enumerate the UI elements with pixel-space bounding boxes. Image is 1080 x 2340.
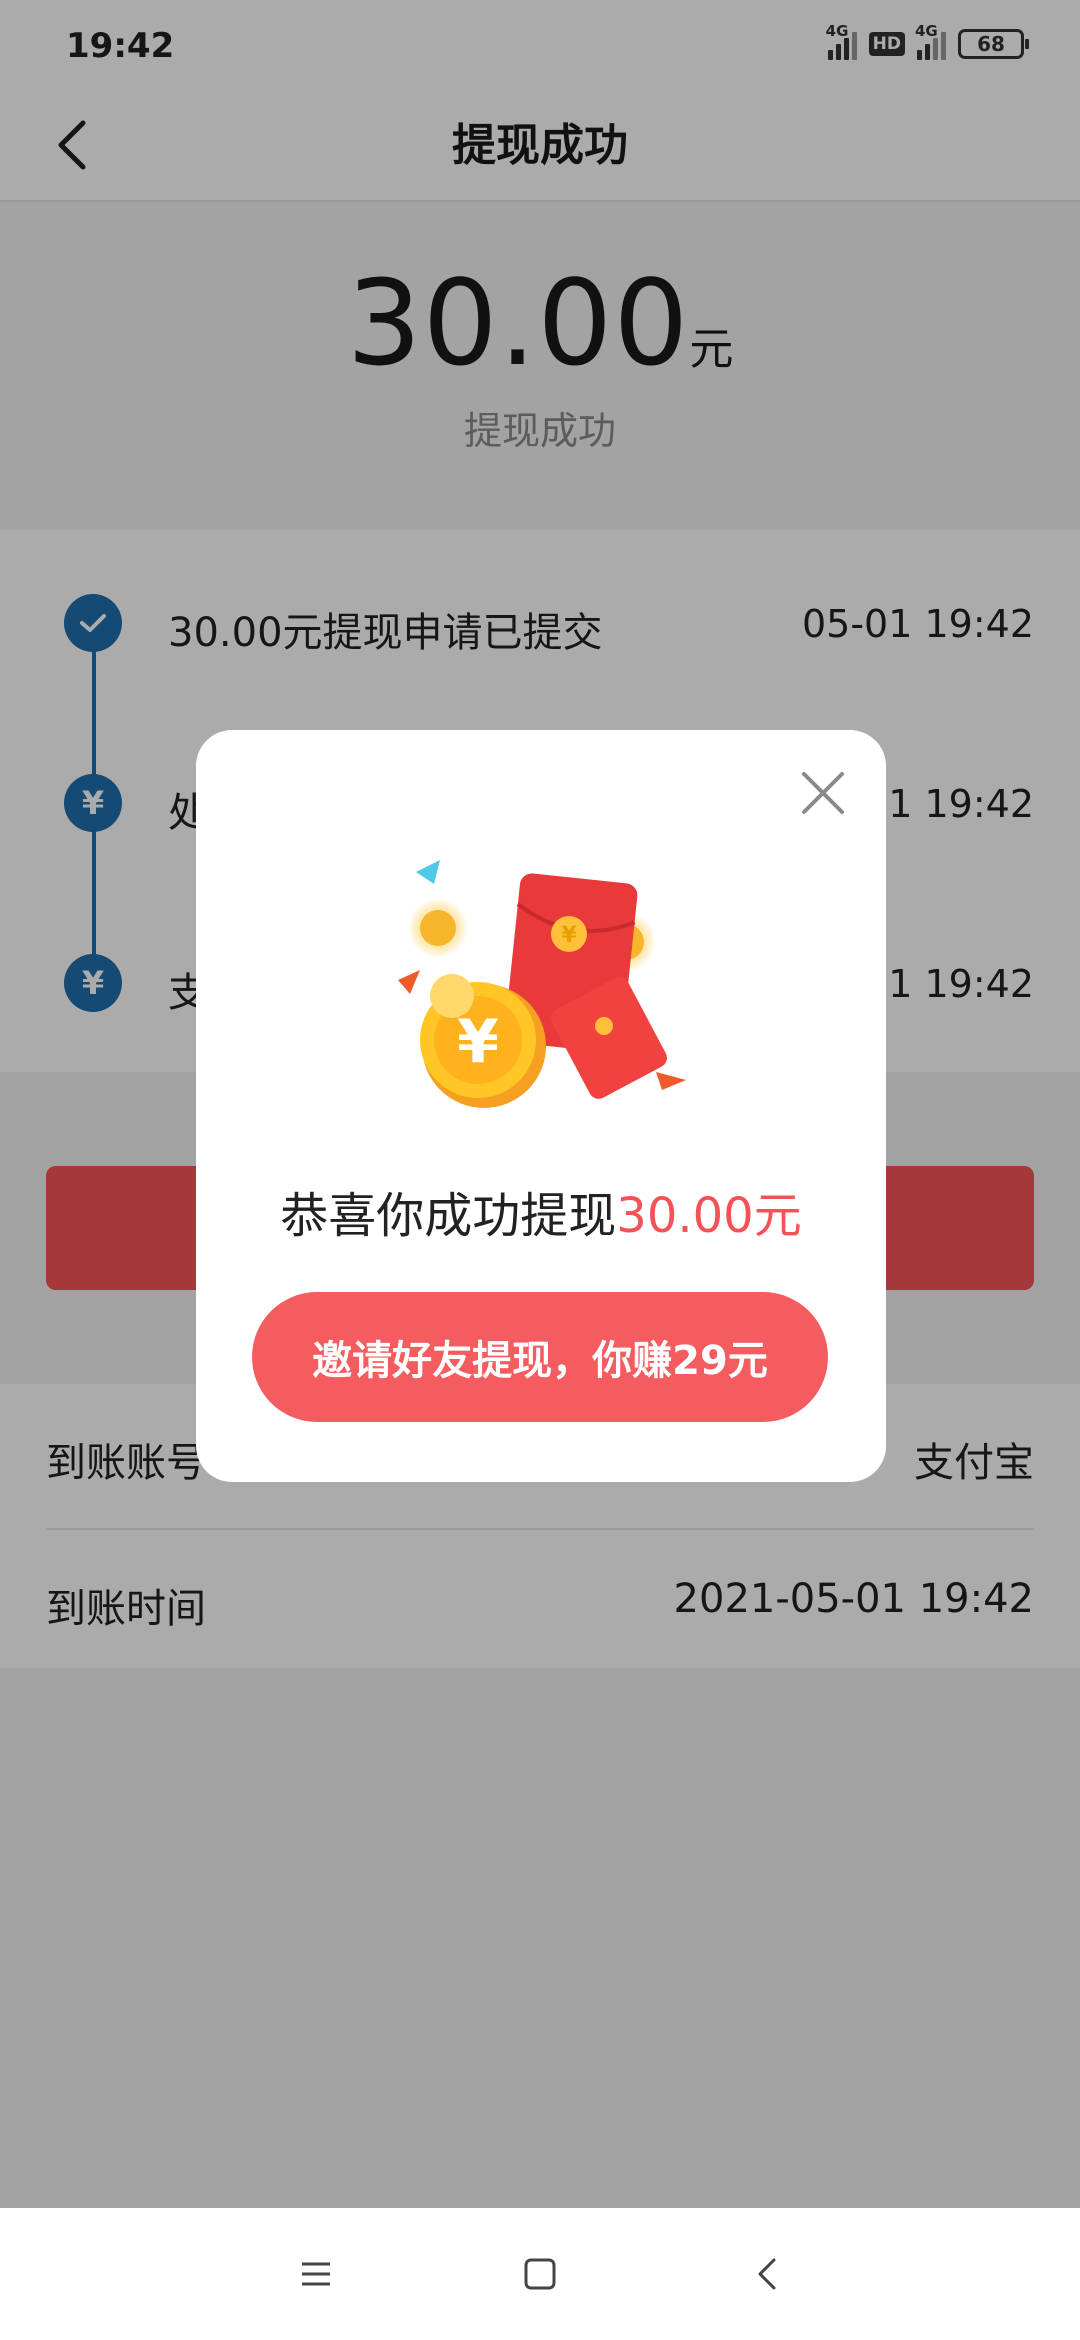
congrats-amount: 30.00元 [616, 1188, 802, 1244]
congrats-text: 恭喜你成功提现 [280, 1188, 617, 1244]
invite-friends-button[interactable]: 邀请好友提现，你赚29元 [252, 1292, 828, 1422]
back-nav-icon[interactable] [748, 2254, 788, 2294]
system-nav-bar [0, 2208, 1080, 2340]
menu-icon[interactable] [296, 2254, 336, 2294]
congrats-message: 恭喜你成功提现30.00元 [196, 1176, 886, 1246]
close-icon[interactable] [796, 766, 850, 820]
success-popup: ¥ ¥ 恭喜你成功提现30.00元 邀请好友提现，你赚29元 [196, 730, 886, 1482]
svg-text:¥: ¥ [457, 1007, 499, 1077]
red-envelope-coins-icon: ¥ ¥ [398, 860, 686, 1108]
home-icon[interactable] [520, 2254, 560, 2294]
svg-text:¥: ¥ [561, 923, 577, 948]
